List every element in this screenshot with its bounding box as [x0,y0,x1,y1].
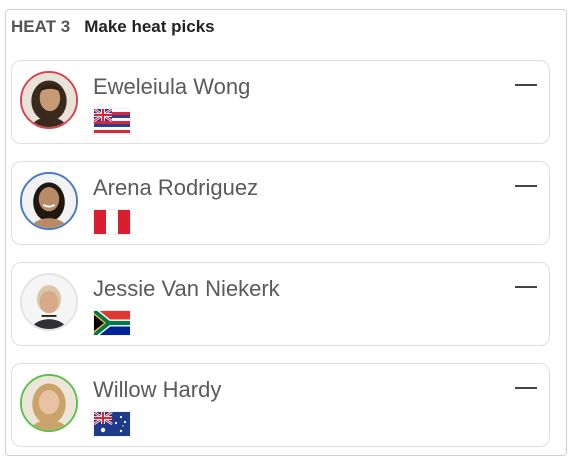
avatar [20,71,78,129]
surfer-name: Willow Hardy [93,377,222,402]
hawaii-flag-icon [94,109,130,133]
heat-header: HEAT 3 Make heat picks [11,16,215,38]
australia-flag-icon [94,412,130,436]
surfer-row[interactable]: Arena Rodriguez [11,161,550,245]
pick-toggle-button[interactable] [513,72,539,98]
surfer-row[interactable]: Willow Hardy [11,363,550,447]
avatar [20,273,78,331]
surfer-row[interactable]: Jessie Van Niekerk [11,262,550,346]
surfer-name: Eweleiula Wong [93,74,251,99]
pick-toggle-button[interactable] [513,173,539,199]
avatar [20,172,78,230]
surfer-name: Jessie Van Niekerk [93,276,280,301]
heat-label: HEAT 3 [11,17,71,36]
surfer-name: Arena Rodriguez [93,175,259,200]
south-africa-flag-icon [94,311,130,335]
make-heat-picks-link[interactable]: Make heat picks [84,17,214,37]
avatar [20,374,78,432]
pick-toggle-button[interactable] [513,274,539,300]
pick-toggle-button[interactable] [513,375,539,401]
surfer-row[interactable]: Eweleiula Wong [11,60,550,144]
peru-flag-icon [94,210,130,234]
